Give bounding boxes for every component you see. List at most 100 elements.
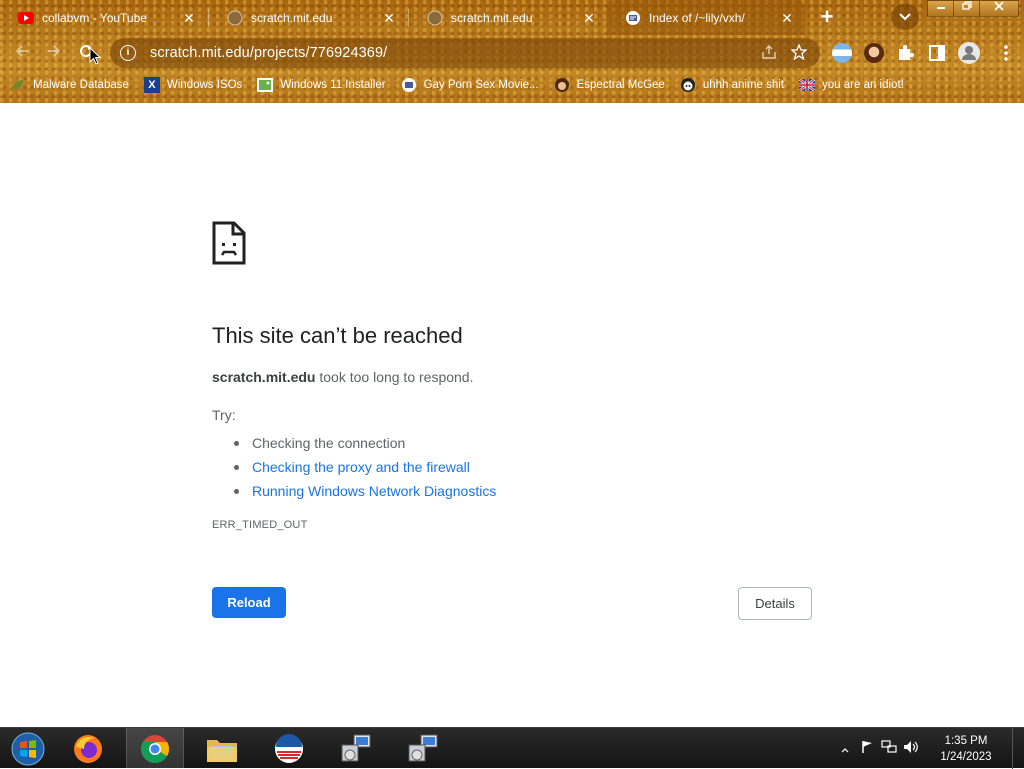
more-menu-icon[interactable]	[996, 43, 1016, 63]
extension-flag-icon[interactable]	[832, 43, 852, 63]
mouse-cursor-icon	[89, 47, 101, 65]
clock-date: 1/24/2023	[940, 750, 992, 763]
chevron-up-icon	[841, 747, 849, 752]
close-icon	[994, 1, 1004, 11]
bookmark-star-icon[interactable]	[788, 42, 810, 63]
bookmark-espectral-mcgee[interactable]: Espectral McGee	[554, 77, 665, 93]
button-row: Reload Details	[212, 587, 812, 621]
tab-close-button[interactable]: ✕	[181, 10, 197, 26]
network-setup-icon	[341, 734, 371, 761]
folder-index-icon	[625, 10, 641, 26]
show-desktop-button[interactable]	[1012, 728, 1024, 769]
avatar-icon	[554, 77, 570, 93]
forward-button[interactable]	[40, 39, 68, 67]
tab-title: collabvm - YouTube	[42, 10, 147, 25]
tab-strip: collabvm - YouTube ✕ scratch.mit.edu ✕ s…	[0, 0, 1024, 35]
globe-icon	[427, 10, 443, 26]
bookmark-label: Gay Porn Sex Movie...	[423, 79, 539, 91]
new-tab-button[interactable]: +	[815, 6, 839, 30]
side-panel-icon[interactable]	[927, 43, 947, 63]
bookmark-label: Windows ISOs	[166, 79, 243, 91]
network-icon[interactable]	[878, 740, 900, 757]
tab-title: scratch.mit.edu	[251, 10, 333, 25]
error-message: scratch.mit.edu took too long to respond…	[212, 369, 812, 385]
tab-search-button[interactable]	[891, 4, 919, 30]
arrow-right-icon	[48, 45, 61, 57]
restore-icon	[962, 1, 972, 10]
minimize-button[interactable]	[927, 0, 955, 17]
bookmark-you-are-an-idiot[interactable]: you are an idiot!	[799, 77, 904, 93]
bookmark-label: Windows 11 Installer	[280, 79, 386, 91]
clock[interactable]: 1:35 PM 1/24/2023	[926, 733, 1006, 765]
bookmarks-bar: Malware Database X Windows ISOs Windows …	[0, 71, 1024, 99]
volume-icon[interactable]	[900, 740, 922, 757]
browser-toolbar: i scratch.mit.edu/projects/776924369/	[0, 35, 1024, 71]
tab-close-button[interactable]: ✕	[581, 10, 597, 26]
error-code: ERR_TIMED_OUT	[212, 519, 308, 531]
taskbar-firefox[interactable]	[60, 728, 116, 769]
leaf-icon	[10, 77, 26, 93]
taskbar-network-setup-1[interactable]	[328, 728, 384, 769]
obama-logo-icon	[275, 733, 303, 763]
extensions-puzzle-icon[interactable]	[895, 43, 915, 63]
image-icon	[257, 77, 274, 93]
chevron-down-icon	[899, 10, 911, 24]
bookmark-malware-database[interactable]: Malware Database	[10, 77, 129, 93]
back-button[interactable]	[8, 39, 36, 67]
tab-close-button[interactable]: ✕	[381, 10, 397, 26]
firefox-icon	[74, 734, 102, 763]
bookmark-label: Malware Database	[33, 79, 129, 91]
tab-scratch-2[interactable]: scratch.mit.edu ✕	[409, 0, 607, 35]
flag-icon	[799, 77, 816, 93]
tab-close-button[interactable]: ✕	[779, 10, 795, 26]
details-button[interactable]: Details	[738, 587, 812, 620]
sad-page-icon	[212, 221, 246, 265]
suggestion-link-proxy-firewall[interactable]: Checking the proxy and the firewall	[252, 459, 470, 475]
clock-time: 1:35 PM	[944, 734, 988, 747]
suggestion-item: Running Windows Network Diagnostics	[234, 479, 812, 503]
taskbar-chrome[interactable]	[126, 728, 184, 769]
globe-icon	[227, 10, 243, 26]
reload-button[interactable]: Reload	[212, 587, 286, 618]
close-window-button[interactable]	[979, 0, 1019, 17]
x-logo-icon: X	[143, 77, 160, 93]
bookmark-anime[interactable]: uhhh anime shit	[680, 77, 784, 93]
suggestion-item: Checking the proxy and the firewall	[234, 455, 812, 479]
account-icon[interactable]	[958, 42, 980, 64]
suggestion-text: Checking the connection	[252, 435, 406, 451]
url-text[interactable]: scratch.mit.edu/projects/776924369/	[150, 45, 750, 61]
tab-scratch-1[interactable]: scratch.mit.edu ✕	[209, 0, 407, 35]
tab-index-lily[interactable]: Index of /~lily/vxh/ ✕	[607, 0, 805, 35]
tab-title: scratch.mit.edu	[451, 10, 533, 25]
taskbar: 1:35 PM 1/24/2023	[0, 727, 1024, 769]
show-hidden-icons-button[interactable]	[834, 742, 856, 756]
taskbar-network-setup-2[interactable]	[395, 728, 451, 769]
start-button[interactable]	[0, 728, 56, 769]
tab-title: Index of /~lily/vxh/	[649, 10, 745, 25]
profile-avatar-icon[interactable]	[864, 43, 884, 63]
error-message-text: took too long to respond.	[315, 369, 474, 385]
index-icon	[401, 77, 417, 93]
chrome-icon	[141, 734, 169, 763]
address-bar[interactable]: i scratch.mit.edu/projects/776924369/	[110, 38, 820, 68]
file-explorer-icon	[207, 739, 237, 762]
suggestions-list: Checking the connection Checking the pro…	[234, 431, 812, 503]
taskbar-obama-app[interactable]	[261, 728, 317, 769]
arrow-left-icon	[15, 45, 28, 57]
bookmark-gay-porn-sex-movie[interactable]: Gay Porn Sex Movie...	[401, 77, 539, 93]
info-icon[interactable]: i	[120, 45, 136, 61]
tab-youtube[interactable]: collabvm - YouTube ✕	[0, 0, 207, 35]
restore-button[interactable]	[953, 0, 981, 17]
error-container: This site can’t be reached scratch.mit.e…	[212, 221, 812, 621]
page-content: This site can’t be reached scratch.mit.e…	[0, 103, 1024, 727]
suggestion-link-network-diagnostics[interactable]: Running Windows Network Diagnostics	[252, 483, 496, 499]
bookmark-label: you are an idiot!	[822, 79, 904, 91]
browser-chrome: collabvm - YouTube ✕ scratch.mit.edu ✕ s…	[0, 0, 1024, 103]
share-icon[interactable]	[758, 44, 780, 62]
bookmark-windows-11-installer[interactable]: Windows 11 Installer	[257, 77, 386, 93]
error-host: scratch.mit.edu	[212, 369, 316, 385]
taskbar-file-explorer[interactable]	[194, 728, 250, 769]
action-center-flag-icon[interactable]	[856, 740, 878, 757]
start-orb-icon	[11, 732, 45, 765]
bookmark-windows-isos[interactable]: X Windows ISOs	[143, 77, 243, 93]
